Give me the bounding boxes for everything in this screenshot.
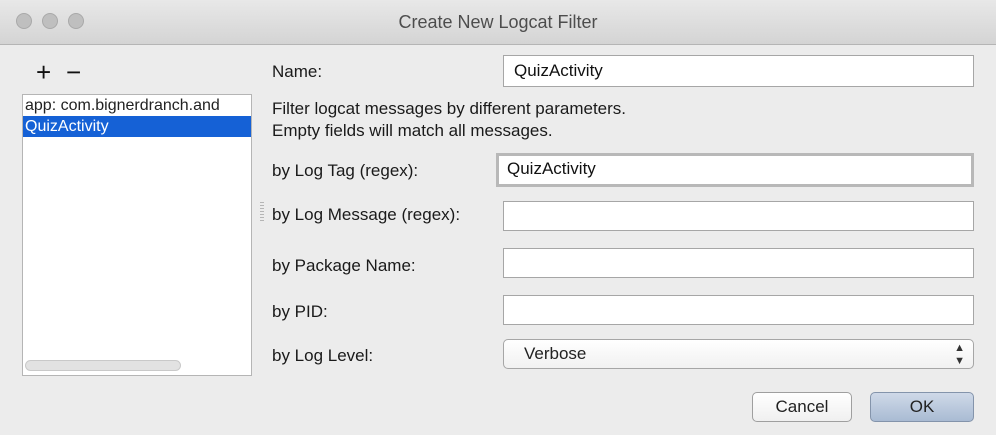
- log-level-select[interactable]: Verbose ▲ ▼: [503, 339, 974, 369]
- log-level-label: by Log Level:: [272, 346, 374, 365]
- log-tag-label: by Log Tag (regex):: [272, 161, 419, 180]
- package-name-label: by Package Name:: [272, 256, 416, 275]
- filter-list[interactable]: app: com.bignerdranch.and QuizActivity: [22, 94, 252, 376]
- description-line-1: Filter logcat messages by different para…: [272, 99, 627, 118]
- log-level-value: Verbose: [524, 344, 587, 363]
- resize-grip-icon[interactable]: [260, 202, 264, 222]
- create-logcat-filter-dialog: Create New Logcat Filter + − app: com.bi…: [0, 0, 996, 435]
- pid-field[interactable]: [503, 295, 974, 325]
- filter-list-item[interactable]: app: com.bignerdranch.and: [23, 95, 251, 116]
- filter-list-item-selected[interactable]: QuizActivity: [23, 116, 251, 137]
- horizontal-scrollbar[interactable]: [25, 360, 181, 371]
- name-field[interactable]: QuizActivity: [503, 55, 974, 87]
- log-message-field[interactable]: [503, 201, 974, 231]
- description-text: Filter logcat messages by different para…: [272, 98, 626, 142]
- pid-label: by PID:: [272, 302, 328, 321]
- updown-chevron-icon: ▲ ▼: [954, 342, 965, 367]
- title-bar: Create New Logcat Filter: [0, 0, 996, 45]
- log-message-label: by Log Message (regex):: [272, 205, 461, 224]
- remove-filter-button[interactable]: −: [66, 59, 81, 85]
- description-line-2: Empty fields will match all messages.: [272, 121, 553, 140]
- name-label: Name:: [272, 62, 323, 81]
- log-tag-field[interactable]: QuizActivity: [496, 153, 974, 187]
- ok-button[interactable]: OK: [870, 392, 974, 422]
- window-title: Create New Logcat Filter: [398, 12, 598, 32]
- cancel-button[interactable]: Cancel: [752, 392, 852, 422]
- package-name-field[interactable]: [503, 248, 974, 278]
- add-filter-button[interactable]: +: [36, 59, 51, 85]
